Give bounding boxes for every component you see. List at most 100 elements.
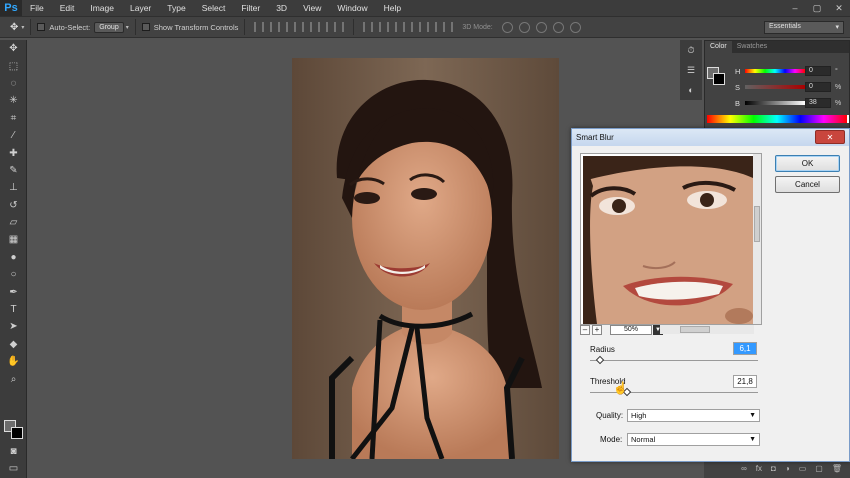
layer-mask-icon[interactable]: ◘: [771, 464, 776, 473]
chevron-down-icon[interactable]: ▾: [126, 24, 129, 31]
menu-3d[interactable]: 3D: [268, 0, 295, 16]
spectrum-white-swatch[interactable]: [847, 115, 849, 123]
saturation-field[interactable]: 0: [805, 82, 831, 92]
3d-scale-icon[interactable]: [569, 21, 581, 33]
lasso-tool-icon[interactable]: ◌: [0, 75, 27, 92]
screen-mode-icon[interactable]: ▭: [0, 460, 27, 477]
menu-select[interactable]: Select: [194, 0, 234, 16]
auto-select-toggle[interactable]: Auto-Select:: [37, 23, 90, 32]
radius-field[interactable]: 6,1: [733, 342, 757, 355]
path-selection-tool-icon[interactable]: ➤: [0, 318, 27, 335]
distribute-bottom-icon[interactable]: [395, 22, 406, 32]
menu-layer[interactable]: Layer: [122, 0, 159, 16]
quick-select-tool-icon[interactable]: ✳: [0, 92, 27, 109]
menu-window[interactable]: Window: [329, 0, 375, 16]
history-icon[interactable]: ⏱: [680, 40, 702, 60]
preview-vertical-scrollbar[interactable]: [753, 154, 761, 324]
auto-select-checkbox[interactable]: [37, 23, 46, 31]
menu-view[interactable]: View: [295, 0, 329, 16]
group-folder-icon[interactable]: ▭: [799, 464, 807, 473]
hue-slider[interactable]: [745, 69, 805, 73]
threshold-field[interactable]: 21,8: [733, 375, 757, 388]
menu-edit[interactable]: Edit: [52, 0, 83, 16]
radius-slider[interactable]: [590, 360, 758, 361]
saturation-slider[interactable]: [745, 85, 805, 89]
crop-tool-icon[interactable]: ⌗: [0, 110, 27, 127]
properties-icon[interactable]: ☰: [680, 60, 702, 80]
history-brush-tool-icon[interactable]: ↺: [0, 197, 27, 214]
color-spectrum[interactable]: [707, 115, 847, 123]
zoom-out-button[interactable]: –: [580, 325, 590, 335]
marquee-tool-icon[interactable]: ⬚: [0, 57, 27, 74]
3d-roll-icon[interactable]: [518, 21, 530, 33]
3d-rotate-icon[interactable]: [501, 21, 513, 33]
transform-controls-toggle[interactable]: Show Transform Controls: [141, 23, 238, 32]
brightness-slider[interactable]: [745, 101, 805, 105]
align-left-icon[interactable]: [302, 22, 313, 32]
align-top-icon[interactable]: [254, 22, 265, 32]
menu-type[interactable]: Type: [159, 0, 193, 16]
adjustment-layer-icon[interactable]: ◑: [785, 464, 790, 473]
transform-controls-checkbox[interactable]: [141, 23, 150, 31]
close-icon[interactable]: ✕: [828, 0, 850, 16]
maximize-icon[interactable]: ▢: [806, 0, 828, 16]
distribute-middle-icon[interactable]: [379, 22, 390, 32]
dialog-titlebar[interactable]: Smart Blur ✕: [572, 129, 849, 146]
tool-preset-dropdown-icon[interactable]: ▾: [21, 24, 24, 31]
shape-tool-icon[interactable]: ◆: [0, 336, 27, 353]
move-tool-icon[interactable]: ✥: [0, 40, 27, 57]
zoom-in-button[interactable]: +: [592, 325, 602, 335]
adjustments-icon[interactable]: ◐: [680, 80, 702, 100]
blur-preview[interactable]: [583, 156, 753, 324]
hue-field[interactable]: 0: [805, 66, 831, 76]
ok-button[interactable]: OK: [775, 155, 840, 172]
new-layer-icon[interactable]: ▢: [815, 464, 823, 473]
eyedropper-tool-icon[interactable]: ⁄: [0, 127, 27, 144]
align-right-icon[interactable]: [334, 22, 345, 32]
align-center-icon[interactable]: [318, 22, 329, 32]
type-tool-icon[interactable]: T: [0, 301, 27, 318]
tab-swatches[interactable]: Swatches: [732, 41, 772, 53]
workspace-dropdown[interactable]: Essentials ▾: [764, 21, 844, 34]
menu-image[interactable]: Image: [82, 0, 122, 16]
auto-select-dropdown[interactable]: Group: [94, 21, 124, 33]
distribute-right-icon[interactable]: [443, 22, 454, 32]
healing-brush-tool-icon[interactable]: ✚: [0, 144, 27, 161]
distribute-top-icon[interactable]: [363, 22, 374, 32]
background-color-swatch[interactable]: [713, 73, 725, 85]
distribute-left-icon[interactable]: [411, 22, 422, 32]
background-color-swatch[interactable]: [11, 427, 23, 439]
quick-mask-icon[interactable]: ◙: [0, 443, 27, 460]
cancel-button[interactable]: Cancel: [775, 176, 840, 193]
menu-file[interactable]: File: [22, 0, 52, 16]
3d-drag-icon[interactable]: [535, 21, 547, 33]
brush-tool-icon[interactable]: ✎: [0, 162, 27, 179]
close-icon[interactable]: ✕: [815, 130, 845, 144]
minimize-icon[interactable]: –: [784, 0, 806, 16]
distribute-center-icon[interactable]: [427, 22, 438, 32]
radius-slider-handle[interactable]: [595, 355, 605, 365]
zoom-tool-icon[interactable]: ⌕: [0, 370, 27, 387]
menu-filter[interactable]: Filter: [233, 0, 268, 16]
vertical-scroll-thumb[interactable]: [754, 206, 760, 242]
align-middle-icon[interactable]: [270, 22, 281, 32]
eraser-tool-icon[interactable]: ▱: [0, 214, 27, 231]
move-tool-icon[interactable]: ✥: [10, 22, 18, 33]
menu-help[interactable]: Help: [376, 0, 409, 16]
horizontal-scroll-thumb[interactable]: [680, 326, 710, 333]
hand-tool-icon[interactable]: ✋: [0, 353, 27, 370]
blur-tool-icon[interactable]: ●: [0, 249, 27, 266]
trash-icon[interactable]: 🗑: [832, 464, 842, 473]
link-layers-icon[interactable]: ∞: [741, 464, 747, 473]
preview-horizontal-scrollbar[interactable]: [660, 325, 754, 334]
align-bottom-icon[interactable]: [286, 22, 297, 32]
zoom-level-field[interactable]: 50%: [610, 325, 652, 335]
gradient-tool-icon[interactable]: ▦: [0, 231, 27, 248]
pen-tool-icon[interactable]: ✒: [0, 283, 27, 300]
fx-icon[interactable]: fx: [756, 464, 762, 473]
dodge-tool-icon[interactable]: ○: [0, 266, 27, 283]
mode-dropdown[interactable]: Normal ▼: [627, 433, 760, 446]
3d-slide-icon[interactable]: [552, 21, 564, 33]
brightness-field[interactable]: 38: [805, 98, 831, 108]
document-canvas[interactable]: [292, 58, 559, 459]
